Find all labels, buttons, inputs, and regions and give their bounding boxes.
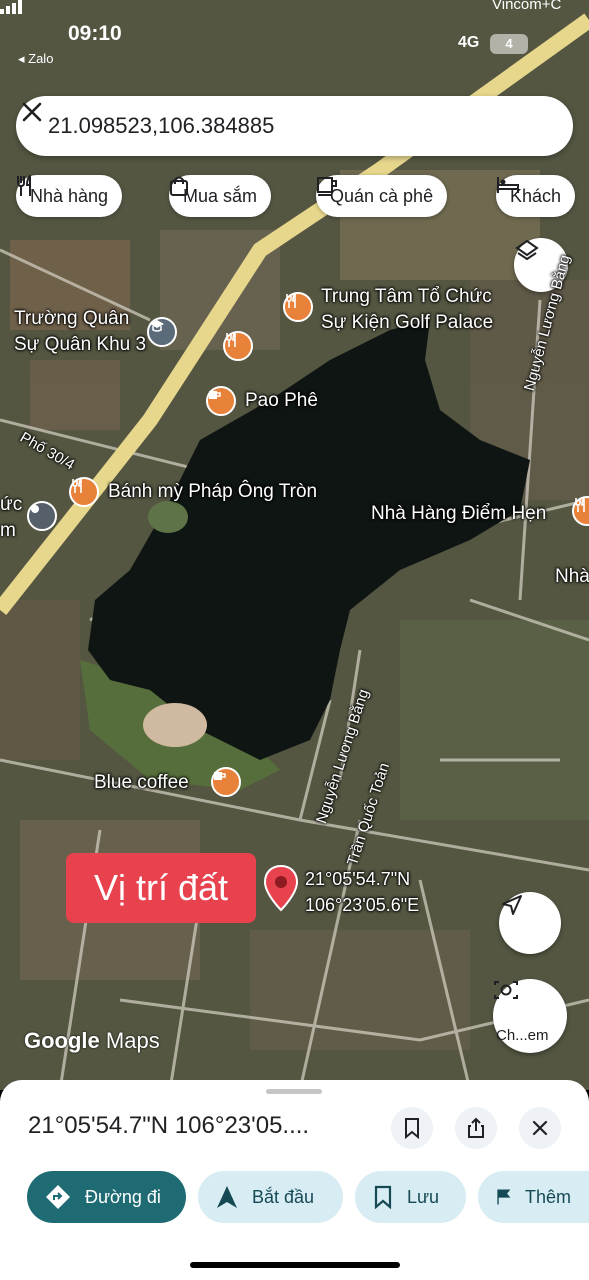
sheet-drag-handle[interactable] [266, 1089, 322, 1094]
bookmark-icon [374, 1185, 392, 1209]
google-maps-logo: Google Maps [24, 1028, 160, 1054]
restaurant-poi-icon[interactable] [69, 477, 99, 507]
place-title: 21°05'54.7"N 106°23'05.... [28, 1112, 310, 1139]
directions-button[interactable]: Đường đi [27, 1171, 186, 1223]
chip-label: Quán cà phê [330, 185, 434, 206]
more-button[interactable]: Thêm [478, 1171, 589, 1223]
directions-label: Đường đi [85, 1186, 161, 1207]
coffee-poi-icon[interactable] [206, 386, 236, 416]
map-label-truong-quan-su-line1[interactable]: Trường Quân [14, 307, 129, 332]
pin-longitude-label: 106°23'05.6"E [305, 895, 420, 915]
place-bottom-sheet[interactable]: 21°05'54.7"N 106°23'05.... Đường đi Bắt … [0, 1080, 589, 1280]
shopping-bag-icon [170, 176, 188, 196]
save-icon-button[interactable] [391, 1107, 433, 1149]
status-time: 09:10 [68, 22, 122, 45]
bookmark-icon [405, 1118, 419, 1139]
map-label-blue-coffee[interactable]: Blue coffee [94, 771, 189, 796]
chip-shopping[interactable]: Mua sắm [169, 175, 272, 217]
fork-knife-icon [17, 175, 31, 196]
maps-wordmark: Maps [105, 1028, 160, 1053]
camera-view-label: Ch...em [496, 1027, 549, 1044]
search-bar[interactable]: 21.098523,106.384885 [16, 96, 573, 156]
google-wordmark: Google [24, 1028, 100, 1053]
start-label: Bắt đầu [252, 1186, 315, 1207]
place-poi-icon[interactable] [27, 501, 57, 531]
back-to-app-link[interactable]: ◂ Zalo [18, 51, 53, 67]
close-icon [532, 1120, 548, 1136]
location-badge-label: Vị trí đất [93, 867, 229, 908]
satellite-map[interactable]: Vincom+C 09:10 ◂ Zalo 4G 4 21.098523,106… [0, 0, 589, 1090]
map-label-nha-hang-diem-hen[interactable]: Nhà Hàng Điểm Hẹn [371, 502, 546, 527]
chip-label: Nhà hàng [30, 185, 109, 206]
coffee-poi-icon[interactable] [211, 767, 241, 797]
directions-icon [46, 1185, 70, 1209]
status-bar: Vincom+C 09:10 ◂ Zalo 4G 4 [0, 0, 589, 70]
camera-icon [494, 981, 518, 999]
close-icon[interactable] [16, 96, 48, 128]
map-label-left-cut-2: m [0, 520, 16, 541]
navigation-arrow-icon [217, 1186, 237, 1208]
map-label-nha-cut: Nhà [555, 566, 589, 587]
search-input[interactable]: 21.098523,106.384885 [48, 113, 274, 139]
chip-label: Mua sắm [183, 185, 258, 206]
map-label-vincom: Vincom+C [492, 0, 562, 13]
flag-icon [497, 1189, 511, 1205]
restaurant-poi-icon[interactable] [283, 292, 313, 322]
map-label-left-cut-1: ức [0, 494, 23, 515]
chip-restaurants[interactable]: Nhà hàng [16, 175, 123, 217]
map-label-golf-palace-line2[interactable]: Sự Kiện Golf Palace [321, 311, 493, 336]
share-icon [468, 1117, 484, 1138]
chip-coffee[interactable]: Quán cà phê [316, 175, 448, 217]
start-button[interactable]: Bắt đầu [198, 1171, 343, 1223]
map-label-banh-my[interactable]: Bánh mỳ Pháp Ông Tròn [108, 480, 317, 505]
restaurant-poi-icon[interactable] [223, 331, 253, 361]
save-label: Lưu [407, 1186, 440, 1207]
home-indicator[interactable] [190, 1262, 400, 1268]
layers-icon [515, 239, 539, 261]
bed-icon [497, 177, 519, 193]
pin-latitude-label: 21°05'54.7"N [305, 869, 411, 889]
map-label-golf-palace-line1[interactable]: Trung Tâm Tổ Chức [321, 285, 492, 310]
share-button[interactable] [455, 1107, 497, 1149]
battery-icon: 4 [490, 34, 528, 54]
save-button[interactable]: Lưu [355, 1171, 466, 1223]
my-location-button[interactable] [499, 892, 561, 954]
network-type: 4G [458, 34, 480, 51]
navigation-arrow-icon [502, 895, 522, 915]
signal-icon [0, 0, 22, 14]
more-label: Thêm [524, 1186, 571, 1207]
location-badge: Vị trí đất [66, 853, 256, 923]
coffee-cup-icon [317, 177, 337, 196]
category-chips: Nhà hàng Mua sắm Quán cà phê Khách [0, 175, 589, 217]
chip-hotels[interactable]: Khách [496, 175, 576, 217]
close-sheet-button[interactable] [519, 1107, 561, 1149]
school-poi-icon[interactable] [147, 317, 177, 347]
location-pin-icon[interactable] [263, 864, 299, 912]
map-label-truong-quan-su-line2[interactable]: Sự Quân Khu 3 [14, 333, 146, 358]
battery-level: 4 [505, 36, 513, 51]
map-label-pao-phe[interactable]: Pao Phê [245, 389, 318, 414]
